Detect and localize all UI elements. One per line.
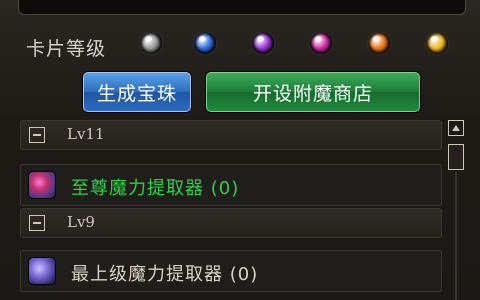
scrollbar[interactable] (446, 120, 468, 300)
item-label: 至尊魔力提取器 (0) (71, 178, 240, 199)
list-category-lv11[interactable]: Lv11 (20, 120, 442, 150)
collapse-icon[interactable] (29, 127, 45, 143)
orb-purple-icon[interactable] (252, 32, 274, 54)
generate-orb-button[interactable]: 生成宝珠 (83, 72, 191, 112)
card-grade-row: 卡片等级 (14, 26, 474, 64)
card-grade-label: 卡片等级 (26, 38, 107, 60)
enchant-panel: 卡片等级 生成宝珠 开设附魔商店 Lv11 至尊魔力提取器 (0) Lv9 最上… (0, 0, 480, 300)
orb-magenta-icon[interactable] (310, 32, 332, 54)
extractor-icon (29, 258, 55, 284)
extractor-icon (29, 172, 55, 198)
orb-orange-icon[interactable] (368, 32, 390, 54)
category-label: Lv11 (67, 125, 105, 143)
list-item[interactable]: 至尊魔力提取器 (0) (20, 164, 442, 206)
item-label: 最上级魔力提取器 (0) (71, 264, 259, 285)
orb-gold-icon[interactable] (426, 32, 448, 54)
list-category-lv9[interactable]: Lv9 (20, 208, 442, 238)
open-enchant-shop-button[interactable]: 开设附魔商店 (206, 72, 420, 112)
top-strip (18, 0, 466, 15)
collapse-icon[interactable] (29, 215, 45, 231)
scroll-thumb[interactable] (448, 144, 464, 170)
scroll-track[interactable] (455, 172, 457, 300)
orb-gray-icon[interactable] (140, 32, 162, 54)
extractor-list: Lv11 至尊魔力提取器 (0) Lv9 最上级魔力提取器 (0) (20, 120, 442, 300)
scroll-up-icon[interactable] (448, 120, 464, 136)
orb-blue-icon[interactable] (194, 32, 216, 54)
list-item[interactable]: 最上级魔力提取器 (0) (20, 250, 442, 292)
category-label: Lv9 (67, 213, 95, 231)
